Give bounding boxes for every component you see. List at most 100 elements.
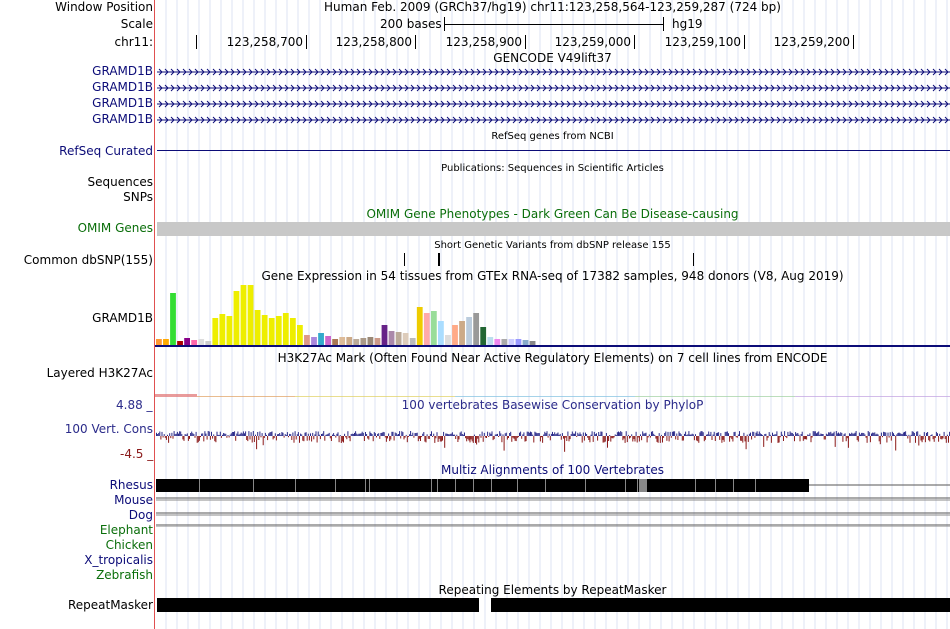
refseq-gene-line[interactable] [157,150,950,151]
gtex-tissue-bar[interactable] [254,310,261,345]
gtex-tissue-bar[interactable] [282,313,289,345]
gtex-tissue-bar[interactable] [226,316,233,345]
omim-gene-bar[interactable] [157,222,950,236]
gtex-tissue-bar[interactable] [487,337,494,345]
gtex-tissue-bar[interactable] [515,339,522,345]
gtex-tissue-bar[interactable] [311,337,317,345]
base-position-ruler[interactable]: 123,258,700 123,258,800 123,258,900 123,259… [155,33,950,50]
multiz-species-label[interactable]: Mouse [114,493,153,508]
omim-track-label[interactable]: OMIM Genes [78,221,153,236]
phylop-bar [658,433,660,436]
gtex-tissue-bar[interactable] [430,311,437,345]
gtex-tissue-bar[interactable] [318,333,324,345]
gtex-tissue-bar[interactable] [388,331,395,345]
snp-variant-mark[interactable] [438,253,440,266]
gtex-tissue-bar[interactable] [409,338,416,345]
gencode-transcript-label[interactable]: GRAMD1B [92,64,153,79]
phylop-bar [538,433,540,436]
gtex-tissue-bar[interactable] [219,314,226,345]
gtex-tissue-bar[interactable] [304,335,310,345]
snp-variant-mark[interactable] [404,253,405,266]
h3k27ac-signal[interactable] [155,390,950,398]
gtex-tissue-bar[interactable] [494,339,501,345]
gtex-tissue-bar[interactable] [191,340,198,345]
gtex-tissue-bar[interactable] [466,317,472,345]
gencode-transcript-label[interactable]: GRAMD1B [92,80,153,95]
repeat-element-block[interactable] [491,598,950,612]
gencode-transcript-label[interactable]: GRAMD1B [92,112,153,127]
snp-variant-mark[interactable] [693,253,694,266]
gtex-tissue-bar[interactable] [177,341,183,345]
dbsnp-track-label[interactable]: Common dbSNP(155) [24,253,153,268]
gtex-tissue-bar[interactable] [501,339,508,345]
gtex-tissue-bar[interactable] [529,341,536,345]
gtex-tissue-bar[interactable] [395,332,402,345]
publications-snps-label[interactable]: SNPs [123,190,153,205]
refseq-track-label[interactable]: RefSeq Curated [59,144,153,159]
phylop-bar [339,435,341,436]
gtex-tissue-bar[interactable] [360,338,367,345]
phylop-bar [519,432,520,436]
gtex-tissue-bar[interactable] [473,313,480,345]
phylop-bar [632,436,634,442]
gtex-tissue-bar[interactable] [346,337,353,345]
gtex-tissue-bar[interactable] [332,339,339,345]
gtex-tissue-bar[interactable] [353,339,360,345]
gtex-tissue-bar[interactable] [268,318,275,345]
window-position-label: Window Position [55,0,153,14]
gtex-tissue-bar[interactable] [325,336,331,345]
multiz-species-label[interactable]: X_tropicalis [84,553,153,568]
gtex-tissue-bar[interactable] [233,291,240,345]
gtex-tissue-bar[interactable] [508,339,515,345]
phylop-bar [780,431,782,436]
scale-bar-right-tick [663,17,664,31]
multiz-species-label[interactable]: Elephant [100,523,153,538]
phylop-bar [382,431,384,436]
phylop-bar [447,434,449,436]
gtex-tissue-bar[interactable] [170,293,176,345]
gtex-tissue-bar[interactable] [480,327,487,345]
gtex-tissue-bar[interactable] [247,285,254,345]
gtex-tissue-bar[interactable] [445,335,451,345]
gtex-track-label[interactable]: GRAMD1B [92,311,153,326]
repeatmasker-track-label[interactable]: RepeatMasker [68,598,153,613]
gtex-tissue-bar[interactable] [184,338,190,345]
phylop-conservation-plot[interactable] [155,420,950,460]
gtex-tissue-bar[interactable] [297,325,303,345]
gtex-tissue-bar[interactable] [438,321,444,345]
phylop-bar [493,436,495,440]
gtex-tissue-bar[interactable] [289,318,296,345]
gtex-tissue-bar[interactable] [212,318,219,345]
phylop-bar [811,436,813,438]
gtex-tissue-bar[interactable] [156,339,162,345]
h3k27ac-track-label[interactable]: Layered H3K27Ac [47,366,153,381]
gtex-tissue-bar[interactable] [367,337,374,345]
gtex-tissue-bar[interactable] [198,339,205,345]
gtex-tissue-bar[interactable] [339,337,346,345]
gtex-expression-plot[interactable] [155,283,950,349]
gtex-tissue-bar[interactable] [402,333,409,345]
phylop-bar [783,436,784,441]
gtex-tissue-bar[interactable] [261,315,268,345]
gtex-tissue-bar[interactable] [240,285,247,345]
phylop-track-label[interactable]: 100 Vert. Cons [65,422,153,437]
multiz-alignment-track[interactable] [155,477,950,527]
repeat-element-block[interactable] [157,598,479,612]
gencode-track[interactable] [155,64,950,128]
gtex-tissue-bar[interactable] [423,313,430,345]
gtex-tissue-bar[interactable] [452,325,458,345]
gtex-tissue-bar[interactable] [163,339,169,345]
multiz-species-label[interactable]: Zebrafish [96,568,153,583]
gtex-tissue-bar[interactable] [205,341,212,345]
multiz-species-label[interactable]: Chicken [106,538,153,553]
multiz-species-label[interactable]: Rhesus [110,478,153,493]
gtex-tissue-bar[interactable] [381,325,388,345]
gtex-tissue-bar[interactable] [374,338,381,345]
gtex-tissue-bar[interactable] [522,340,529,345]
multiz-species-label[interactable]: Dog [129,508,153,523]
gtex-tissue-bar[interactable] [275,316,282,345]
publications-sequences-label[interactable]: Sequences [88,175,153,190]
gencode-transcript-label[interactable]: GRAMD1B [92,96,153,111]
gtex-tissue-bar[interactable] [416,307,423,345]
gtex-tissue-bar[interactable] [459,321,465,345]
